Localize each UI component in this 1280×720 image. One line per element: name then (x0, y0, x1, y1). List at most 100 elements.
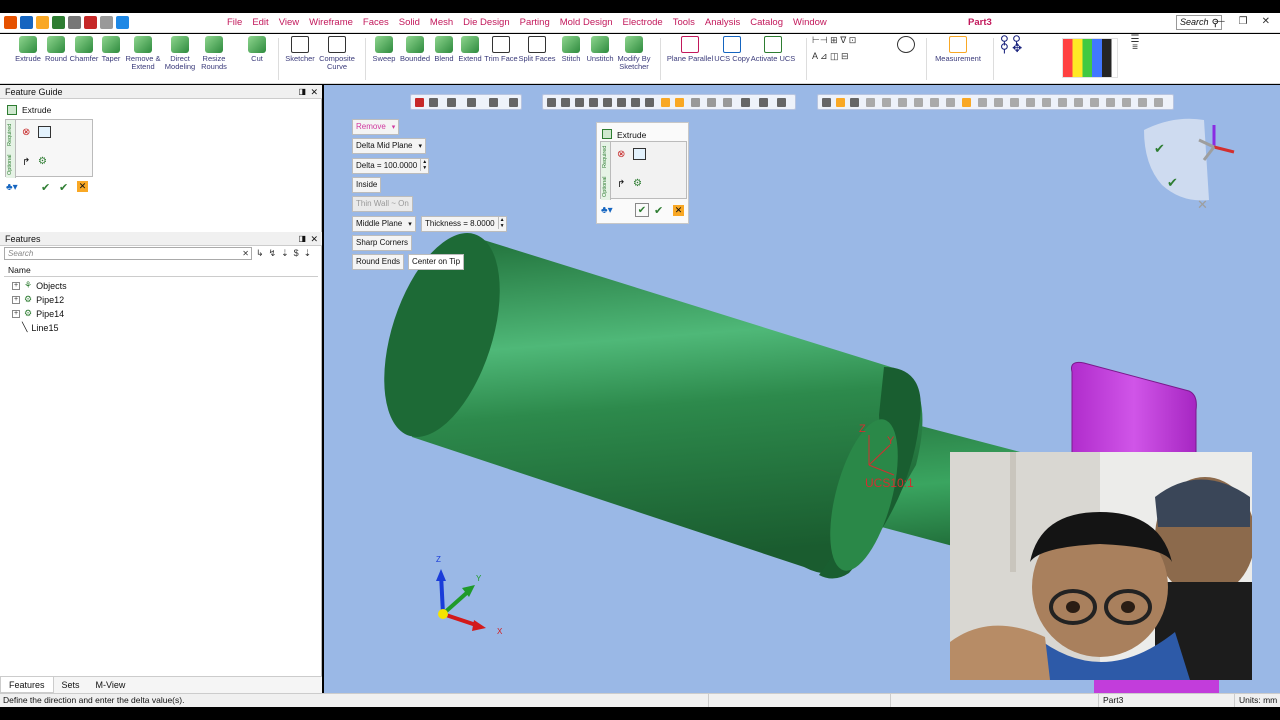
view-toolbar[interactable] (542, 94, 796, 110)
print-icon[interactable] (68, 16, 81, 29)
remove-extend-button[interactable]: Remove & Extend (124, 36, 162, 71)
apply-icon[interactable]: ✔ (1167, 176, 1178, 191)
select-profile-icon[interactable]: ⊗ (617, 150, 625, 160)
parameters-icon[interactable] (38, 126, 51, 138)
dimension-tools[interactable]: ⊢⊣ ⊞ ∇ ⊡ A ⊿ ◫ ⊟ (812, 36, 882, 61)
extend-button[interactable]: Extend (456, 36, 484, 63)
tab-optional[interactable]: Optional (6, 149, 16, 178)
snap-toolbar[interactable] (817, 94, 1174, 110)
options-icon[interactable]: ⚙ (633, 178, 642, 189)
menu-window[interactable]: Window (788, 17, 832, 28)
ucs-copy-button[interactable]: UCS Copy (714, 36, 750, 63)
trim-face-button[interactable]: Trim Face (484, 36, 518, 63)
tab-required[interactable]: Required (6, 120, 16, 149)
features-search-input[interactable]: Search ✕ (4, 247, 252, 260)
layout-icon[interactable] (116, 16, 129, 29)
parameters-icon[interactable] (633, 148, 646, 160)
close-icon[interactable]: ✕ (310, 232, 318, 246)
zoom-tools[interactable]: ⚲ ⚲ ⚲ ✥ (1000, 34, 1046, 54)
round-button[interactable]: Round (43, 36, 69, 63)
split-faces-button[interactable]: Split Faces (518, 36, 556, 63)
ok-icon[interactable]: ✔ (41, 181, 50, 194)
menu-view[interactable]: View (274, 17, 304, 28)
activate-ucs-button[interactable]: Activate UCS (750, 36, 796, 63)
expand-icon[interactable]: + (12, 281, 20, 290)
delta-input[interactable]: Delta = 100.0000 ▲ ▼ (352, 158, 430, 174)
tree-item-line15[interactable]: ╲ Line15 (22, 321, 58, 334)
cut-button[interactable]: Cut (246, 36, 268, 63)
magenta-part[interactable] (1071, 361, 1197, 466)
center-on-tip-button[interactable]: Center on Tip (408, 254, 465, 270)
measurement-button[interactable]: Measurement (930, 36, 986, 63)
chamfer-button[interactable]: Chamfer (69, 36, 99, 63)
menu-parting[interactable]: Parting (515, 17, 555, 28)
clear-search-icon[interactable]: ✕ (242, 248, 249, 259)
column-header-name[interactable]: Name (4, 265, 318, 277)
menu-mesh[interactable]: Mesh (425, 17, 458, 28)
menu-faces[interactable]: Faces (358, 17, 394, 28)
expand-icon[interactable]: + (12, 295, 20, 304)
round-ends-button[interactable]: Round Ends (352, 254, 405, 270)
plane-parallel-button[interactable]: Plane Parallel (666, 36, 714, 63)
tree-item-pipe14[interactable]: + ⚙ Pipe14 (12, 307, 64, 320)
composite-curve-button[interactable]: Composite Curve (316, 36, 358, 71)
tab-required[interactable]: Required (601, 142, 611, 171)
spinner-icon[interactable]: ▲ ▼ (497, 217, 506, 229)
tree-item-pipe12[interactable]: + ⚙ Pipe12 (12, 293, 64, 306)
direction-icon[interactable]: ↱ (22, 157, 30, 168)
options-icon[interactable]: ⚙ (38, 156, 47, 167)
plane-dropdown[interactable]: Middle Plane ▾ (352, 216, 416, 232)
cancel-icon[interactable]: ✕ (673, 205, 684, 216)
app-icon[interactable] (4, 16, 17, 29)
sharp-corners-button[interactable]: Sharp Corners (352, 235, 413, 251)
menu-die-design[interactable]: Die Design (458, 17, 514, 28)
tab-features[interactable]: Features (0, 677, 54, 693)
unstitch-button[interactable]: Unstitch (584, 36, 616, 63)
save-icon[interactable] (20, 16, 33, 29)
menu-tools[interactable]: Tools (668, 17, 700, 28)
spinner-icon[interactable]: ▲ ▼ (420, 159, 428, 171)
modify-by-sketcher-button[interactable]: Modify By Sketcher (616, 36, 652, 71)
direction-dropdown[interactable]: Delta Mid Plane ▾ (352, 138, 426, 154)
pin-icon[interactable]: ◨ (298, 232, 306, 246)
tree-item-objects[interactable]: + ⚘ Objects (12, 279, 67, 292)
restore-icon[interactable]: ❐ (1239, 16, 1248, 27)
expand-icon[interactable]: + (12, 309, 20, 318)
open-icon[interactable] (36, 16, 49, 29)
apply-icon[interactable]: ✔ (654, 204, 663, 217)
menu-mold-design[interactable]: Mold Design (555, 17, 618, 28)
ok-icon[interactable]: ✔ (635, 203, 649, 217)
extrude-button[interactable]: Extrude (14, 36, 42, 63)
apply-dropdown-icon[interactable]: ♣▾ (6, 182, 18, 193)
sweep-button[interactable]: Sweep (370, 36, 398, 63)
menu-file[interactable]: File (222, 17, 247, 28)
close-icon[interactable]: ✕ (1262, 16, 1270, 27)
blend-button[interactable]: Blend (432, 36, 456, 63)
menu-catalog[interactable]: Catalog (745, 17, 788, 28)
sketcher-button[interactable]: Sketcher (284, 36, 316, 63)
cancel-icon[interactable]: ✕ (77, 181, 88, 192)
ok-icon[interactable]: ✔ (1154, 142, 1165, 157)
resize-rounds-button[interactable]: Resize Rounds (198, 36, 230, 71)
tab-sets[interactable]: Sets (54, 677, 88, 693)
tab-optional[interactable]: Optional (601, 171, 611, 200)
thin-wall-button[interactable]: Thin Wall ~ On (352, 196, 413, 212)
undo-icon[interactable] (84, 16, 97, 29)
menu-wireframe[interactable]: Wireframe (304, 17, 358, 28)
cancel-icon[interactable]: ✕ (1197, 198, 1208, 213)
selection-toolbar[interactable] (410, 94, 522, 110)
direct-modeling-button[interactable]: Direct Modeling (162, 36, 198, 71)
menu-electrode[interactable]: Electrode (618, 17, 668, 28)
apply-icon[interactable]: ✔ (59, 181, 68, 194)
pin-icon[interactable]: ◨ (298, 85, 306, 99)
minimize-icon[interactable]: — (1215, 16, 1225, 27)
select-profile-icon[interactable]: ⊗ (22, 128, 32, 138)
bounded-button[interactable]: Bounded (398, 36, 432, 63)
apply-dropdown-icon[interactable]: ♣▾ (601, 205, 613, 216)
menu-edit[interactable]: Edit (247, 17, 273, 28)
direction-icon[interactable]: ↱ (617, 179, 625, 190)
rotate-view-button[interactable] (892, 36, 920, 55)
close-icon[interactable]: ✕ (310, 85, 318, 99)
menu-solid[interactable]: Solid (394, 17, 425, 28)
new-icon[interactable] (52, 16, 65, 29)
